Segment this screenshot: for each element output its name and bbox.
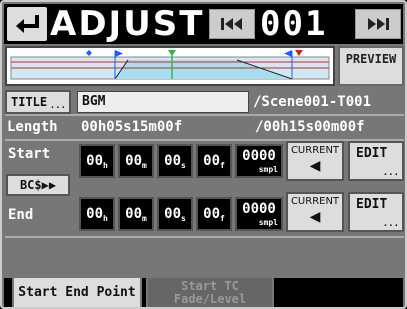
header-bar: ADJUST 001	[4, 4, 403, 44]
divider	[5, 236, 404, 238]
skip-forward-icon	[368, 18, 389, 30]
end-samples-value: 0000	[242, 201, 276, 217]
tab-start-tc-fade-level[interactable]: Start TC Fade/Level	[146, 278, 274, 307]
end-seconds-unit: s	[181, 213, 186, 223]
length-value: 00h05s15m00f	[81, 119, 183, 135]
page-title: ADJUST	[50, 4, 205, 44]
start-current-button[interactable]: CURRENT ◀	[286, 141, 344, 181]
end-minutes-unit: m	[142, 213, 147, 223]
title-field[interactable]: BGM	[77, 91, 249, 113]
fade-level-display	[5, 46, 335, 86]
end-label: End	[8, 207, 34, 223]
end-level-marker	[295, 50, 303, 56]
start-current-label: CURRENT	[290, 145, 340, 156]
track-number: 001	[260, 4, 328, 44]
start-samples-value: 0000	[242, 148, 276, 164]
end-flag-marker[interactable]	[284, 50, 292, 57]
previous-track-button[interactable]	[209, 9, 255, 39]
left-arrow-icon: ◀	[309, 158, 321, 174]
start-hours-field[interactable]: 00 h	[79, 144, 115, 178]
title-suffix: /Scene001-T001	[253, 94, 372, 110]
length-label: Length	[7, 119, 58, 135]
end-samples-field[interactable]: 0000 smpl	[235, 197, 283, 231]
fade-envelope-graphic	[10, 50, 330, 80]
preview-button[interactable]: PREVIEW	[338, 46, 404, 86]
title-button-dots: ...	[49, 101, 66, 111]
start-seconds-field[interactable]: 00 s	[157, 144, 193, 178]
start-seconds-value: 00	[164, 153, 182, 169]
end-hours-field[interactable]: 00 h	[79, 197, 115, 231]
title-button-label: TITLE	[11, 95, 48, 109]
end-seconds-field[interactable]: 00 s	[157, 197, 193, 231]
next-track-button[interactable]	[355, 9, 401, 39]
start-minutes-value: 00	[125, 153, 143, 169]
start-hours-value: 00	[86, 153, 104, 169]
title-button[interactable]: TITLE ...	[5, 90, 71, 114]
end-minutes-value: 00	[125, 206, 143, 222]
end-edit-dots: ...	[382, 219, 399, 229]
end-frames-value: 00	[203, 206, 221, 222]
end-seconds-value: 00	[164, 206, 182, 222]
return-arrow-icon	[16, 15, 39, 33]
back-button[interactable]	[7, 7, 47, 41]
adjust-screen: ADJUST 001 PREVIEW TITLE ... BGM /Scene0…	[0, 0, 407, 309]
start-diamond-marker	[86, 50, 92, 56]
end-edit-button[interactable]: EDIT ...	[348, 192, 404, 232]
start-edit-label: EDIT	[356, 146, 388, 161]
tab-start-end-point[interactable]: Start End Point	[12, 278, 142, 307]
left-arrow-icon: ◀	[309, 209, 321, 225]
start-frames-unit: f	[220, 160, 225, 170]
tab-bar: Start End Point Start TC Fade/Level	[4, 278, 403, 307]
title-row: TITLE ... BGM /Scene001-T001	[5, 90, 404, 114]
end-current-label: CURRENT	[290, 196, 340, 207]
end-hours-unit: h	[103, 213, 108, 223]
start-frames-value: 00	[203, 153, 221, 169]
start-seconds-unit: s	[181, 160, 186, 170]
start-edit-button[interactable]: EDIT ...	[348, 141, 404, 181]
start-edit-dots: ...	[382, 168, 399, 178]
end-samples-unit: smpl	[258, 218, 278, 227]
start-samples-unit: smpl	[258, 165, 278, 174]
skip-back-icon	[221, 18, 242, 30]
playhead-marker[interactable]	[168, 50, 176, 56]
end-frames-field[interactable]: 00 f	[196, 197, 232, 231]
tab-fade-level-label: Fade/Level	[173, 292, 247, 306]
end-edit-label: EDIT	[356, 197, 388, 212]
start-hours-unit: h	[103, 160, 108, 170]
start-label: Start	[8, 146, 51, 162]
start-samples-field[interactable]: 0000 smpl	[235, 144, 283, 178]
start-flag-marker[interactable]	[115, 50, 123, 57]
end-hours-value: 00	[86, 206, 104, 222]
length-row: Length 00h05s15m00f /00h15s00m00f	[5, 116, 404, 138]
start-minutes-field[interactable]: 00 m	[118, 144, 154, 178]
end-frames-unit: f	[220, 213, 225, 223]
bcs-button[interactable]: BC$▶▶	[6, 174, 70, 196]
start-minutes-unit: m	[142, 160, 147, 170]
divider	[5, 139, 404, 141]
end-minutes-field[interactable]: 00 m	[118, 197, 154, 231]
end-current-button[interactable]: CURRENT ◀	[286, 192, 344, 232]
start-frames-field[interactable]: 00 f	[196, 144, 232, 178]
length-total: /00h15s00m00f	[255, 119, 365, 135]
